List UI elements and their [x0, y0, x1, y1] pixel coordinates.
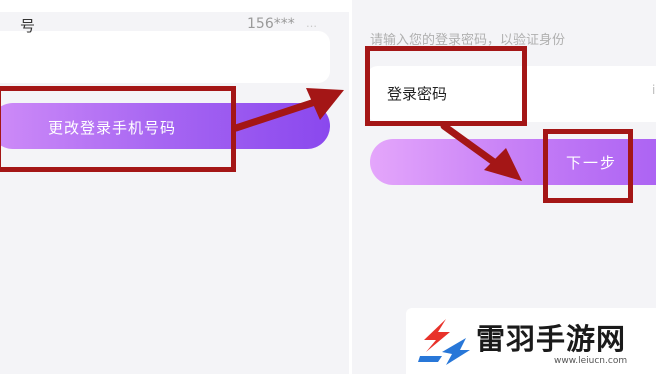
site-domain: www.leiucn.com [554, 356, 628, 366]
site-logo-icon [418, 319, 470, 365]
site-name: 雷羽手游网 [476, 322, 627, 356]
arrow-to-next-button [440, 122, 502, 169]
site-watermark: 雷羽手游网 www.leiucn.com [406, 308, 656, 374]
arrow-to-password-page [232, 97, 322, 132]
arrow-head-down [484, 148, 522, 181]
